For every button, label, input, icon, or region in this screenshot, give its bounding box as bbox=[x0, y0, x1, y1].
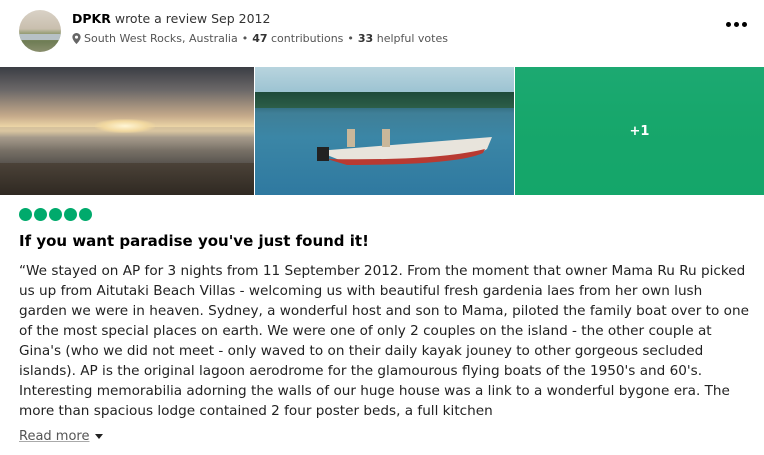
more-options-button[interactable] bbox=[726, 18, 748, 30]
contributions-label: contributions bbox=[271, 32, 344, 45]
helpful-votes-count: 33 bbox=[357, 32, 374, 45]
map-pin-icon bbox=[72, 33, 81, 44]
boat-illustration bbox=[317, 129, 492, 165]
rating-bubble bbox=[34, 208, 47, 221]
review-title[interactable]: If you want paradise you've just found i… bbox=[19, 232, 369, 250]
read-more-label: Read more bbox=[19, 429, 90, 444]
user-location: South West Rocks, Australia bbox=[84, 32, 238, 45]
avatar[interactable] bbox=[19, 10, 61, 52]
review-action: wrote a review Sep 2012 bbox=[114, 11, 271, 26]
review-photo-boat[interactable] bbox=[255, 67, 514, 195]
review-byline: DPKR wrote a review Sep 2012 bbox=[72, 11, 270, 26]
rating-bubble bbox=[64, 208, 77, 221]
rating-bubble bbox=[79, 208, 92, 221]
more-horizontal-icon bbox=[726, 21, 731, 27]
review-header: DPKR wrote a review Sep 2012 South West … bbox=[19, 10, 764, 54]
contributions-count: 47 bbox=[252, 32, 268, 45]
helpful-votes-label: helpful votes bbox=[376, 32, 448, 45]
read-more-button[interactable]: Read more bbox=[19, 429, 104, 444]
review-photo-sunset[interactable] bbox=[0, 67, 254, 195]
review-body: “We stayed on AP for 3 nights from 11 Se… bbox=[19, 263, 749, 419]
extra-photos-count: +1 bbox=[629, 123, 650, 139]
username-link[interactable]: DPKR bbox=[72, 11, 111, 26]
chevron-down-icon bbox=[95, 434, 104, 439]
rating-bubbles bbox=[19, 208, 92, 221]
review-photo-more[interactable]: +1 bbox=[515, 67, 764, 195]
rating-bubble bbox=[19, 208, 32, 221]
review-photos: +1 bbox=[0, 67, 764, 195]
rating-bubble bbox=[49, 208, 62, 221]
user-stats: South West Rocks, Australia • 47 contrib… bbox=[72, 32, 448, 45]
